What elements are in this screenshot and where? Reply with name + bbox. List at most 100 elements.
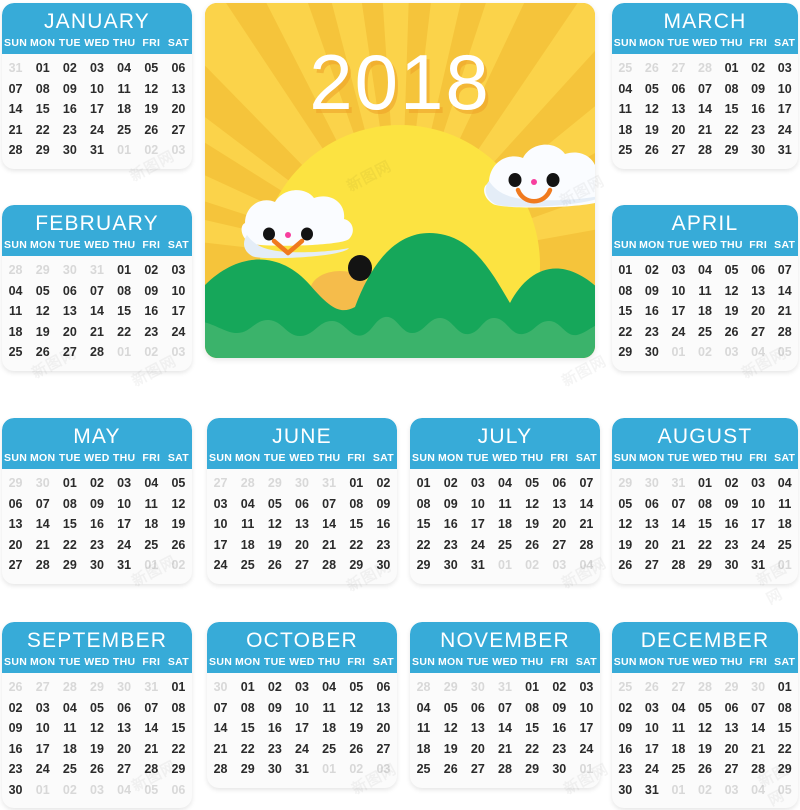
- day-cell-adjacent-month[interactable]: 27: [665, 58, 692, 79]
- day-cell[interactable]: 27: [165, 120, 192, 141]
- day-cell-adjacent-month[interactable]: 29: [261, 473, 288, 494]
- day-cell[interactable]: 21: [771, 301, 798, 322]
- day-cell[interactable]: 22: [410, 535, 437, 556]
- day-cell-adjacent-month[interactable]: 03: [165, 342, 192, 363]
- day-cell[interactable]: 21: [138, 739, 165, 760]
- day-cell[interactable]: 25: [692, 322, 719, 343]
- day-cell[interactable]: 01: [343, 473, 370, 494]
- day-cell[interactable]: 19: [343, 718, 370, 739]
- day-cell[interactable]: 06: [370, 677, 397, 698]
- day-cell[interactable]: 07: [745, 698, 772, 719]
- day-cell[interactable]: 26: [692, 759, 719, 780]
- day-cell[interactable]: 26: [138, 120, 165, 141]
- day-cell-adjacent-month[interactable]: 02: [692, 342, 719, 363]
- day-cell[interactable]: 27: [111, 759, 138, 780]
- day-cell[interactable]: 14: [491, 718, 518, 739]
- day-cell[interactable]: 12: [165, 494, 192, 515]
- day-cell[interactable]: 06: [111, 698, 138, 719]
- day-cell[interactable]: 21: [2, 120, 29, 141]
- day-cell[interactable]: 17: [639, 739, 666, 760]
- day-cell[interactable]: 03: [665, 260, 692, 281]
- day-cell[interactable]: 03: [29, 698, 56, 719]
- day-cell[interactable]: 29: [718, 140, 745, 161]
- day-cell[interactable]: 23: [261, 739, 288, 760]
- day-cell[interactable]: 18: [111, 99, 138, 120]
- day-cell[interactable]: 16: [546, 718, 573, 739]
- day-cell[interactable]: 30: [437, 555, 464, 576]
- day-cell[interactable]: 13: [718, 718, 745, 739]
- day-cell[interactable]: 13: [665, 99, 692, 120]
- day-cell-adjacent-month[interactable]: 31: [316, 473, 343, 494]
- day-cell[interactable]: 07: [207, 698, 234, 719]
- day-cell[interactable]: 13: [639, 514, 666, 535]
- day-cell[interactable]: 30: [370, 555, 397, 576]
- day-cell-adjacent-month[interactable]: 26: [639, 58, 666, 79]
- day-cell[interactable]: 21: [573, 514, 600, 535]
- day-cell[interactable]: 15: [29, 99, 56, 120]
- day-cell-adjacent-month[interactable]: 03: [718, 342, 745, 363]
- day-cell[interactable]: 01: [29, 58, 56, 79]
- day-cell[interactable]: 07: [573, 473, 600, 494]
- day-cell[interactable]: 22: [111, 322, 138, 343]
- day-cell[interactable]: 10: [29, 718, 56, 739]
- day-cell[interactable]: 02: [261, 677, 288, 698]
- day-cell-adjacent-month[interactable]: 29: [29, 260, 56, 281]
- day-cell[interactable]: 01: [519, 677, 546, 698]
- day-cell[interactable]: 02: [546, 677, 573, 698]
- day-cell[interactable]: 28: [745, 759, 772, 780]
- day-cell-adjacent-month[interactable]: 28: [56, 677, 83, 698]
- day-cell[interactable]: 10: [83, 79, 110, 100]
- day-cell-adjacent-month[interactable]: 05: [138, 780, 165, 801]
- day-cell-adjacent-month[interactable]: 03: [370, 759, 397, 780]
- day-cell-adjacent-month[interactable]: 31: [138, 677, 165, 698]
- day-cell-adjacent-month[interactable]: 03: [546, 555, 573, 576]
- day-cell[interactable]: 16: [138, 301, 165, 322]
- day-cell[interactable]: 10: [771, 79, 798, 100]
- day-cell[interactable]: 16: [2, 739, 29, 760]
- day-cell[interactable]: 19: [29, 322, 56, 343]
- day-cell[interactable]: 29: [519, 759, 546, 780]
- day-cell[interactable]: 25: [491, 535, 518, 556]
- day-cell[interactable]: 12: [639, 99, 666, 120]
- day-cell-adjacent-month[interactable]: 30: [207, 677, 234, 698]
- day-cell[interactable]: 30: [546, 759, 573, 780]
- day-cell-adjacent-month[interactable]: 02: [165, 555, 192, 576]
- day-cell[interactable]: 21: [83, 322, 110, 343]
- month-card-september[interactable]: SEPTEMBER SUN MON TUE WED THU FRI SAT 26 27 28 29 30…: [2, 622, 192, 808]
- day-cell[interactable]: 26: [612, 555, 639, 576]
- day-cell[interactable]: 08: [692, 494, 719, 515]
- day-cell[interactable]: 08: [165, 698, 192, 719]
- day-cell[interactable]: 14: [207, 718, 234, 739]
- day-cell[interactable]: 12: [138, 79, 165, 100]
- day-cell[interactable]: 22: [718, 120, 745, 141]
- day-cell[interactable]: 06: [718, 698, 745, 719]
- day-cell[interactable]: 11: [491, 494, 518, 515]
- day-cell[interactable]: 14: [83, 301, 110, 322]
- day-cell-adjacent-month[interactable]: 01: [316, 759, 343, 780]
- day-cell[interactable]: 10: [288, 698, 315, 719]
- day-cell[interactable]: 26: [718, 322, 745, 343]
- day-cell[interactable]: 16: [83, 514, 110, 535]
- day-cell[interactable]: 05: [261, 494, 288, 515]
- day-cell[interactable]: 22: [692, 535, 719, 556]
- day-cell[interactable]: 13: [111, 718, 138, 739]
- day-cell[interactable]: 13: [745, 281, 772, 302]
- day-cell[interactable]: 15: [56, 514, 83, 535]
- day-cell[interactable]: 20: [56, 322, 83, 343]
- day-cell[interactable]: 27: [665, 140, 692, 161]
- day-cell[interactable]: 04: [316, 677, 343, 698]
- day-cell[interactable]: 17: [165, 301, 192, 322]
- day-cell[interactable]: 21: [692, 120, 719, 141]
- day-cell[interactable]: 20: [665, 120, 692, 141]
- day-cell[interactable]: 24: [207, 555, 234, 576]
- day-cell[interactable]: 18: [665, 739, 692, 760]
- day-cell[interactable]: 18: [138, 514, 165, 535]
- day-cell[interactable]: 31: [83, 140, 110, 161]
- day-cell[interactable]: 30: [718, 555, 745, 576]
- day-cell-adjacent-month[interactable]: 01: [665, 342, 692, 363]
- day-cell[interactable]: 12: [83, 718, 110, 739]
- day-cell[interactable]: 25: [234, 555, 261, 576]
- day-cell[interactable]: 25: [771, 535, 798, 556]
- day-cell[interactable]: 27: [370, 739, 397, 760]
- day-cell[interactable]: 17: [665, 301, 692, 322]
